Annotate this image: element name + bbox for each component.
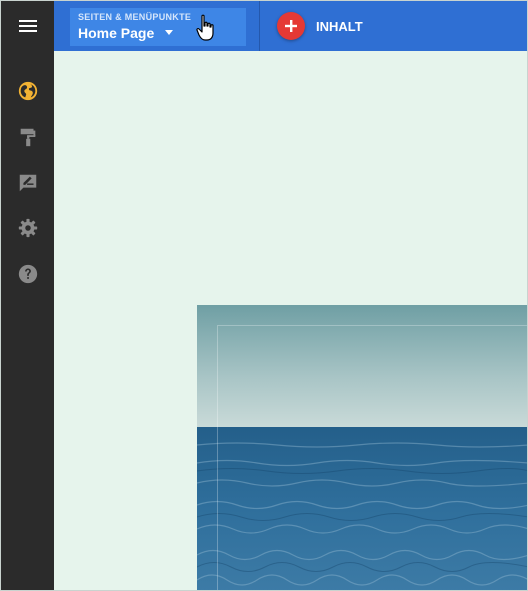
page-selector-caption: SEITEN & MENÜPUNKTE xyxy=(78,12,192,22)
sidebar-item-settings[interactable] xyxy=(15,215,41,241)
sidebar xyxy=(1,51,54,590)
paint-roller-icon xyxy=(20,128,36,147)
hamburger-menu-button[interactable] xyxy=(1,1,54,51)
chevron-down-icon xyxy=(165,30,173,35)
page-selector-dropdown[interactable]: SEITEN & MENÜPUNKTE Home Page xyxy=(70,8,246,46)
top-toolbar: SEITEN & MENÜPUNKTE Home Page INHALT xyxy=(1,1,527,51)
plus-icon xyxy=(277,12,305,40)
editor-window: SEITEN & MENÜPUNKTE Home Page INHALT xyxy=(0,0,528,591)
sidebar-item-help[interactable] xyxy=(15,261,41,287)
sidebar-item-globe[interactable] xyxy=(15,78,41,104)
help-icon xyxy=(18,264,38,284)
feedback-edit-icon xyxy=(19,174,37,192)
add-content-label: INHALT xyxy=(316,18,363,34)
add-content-button[interactable]: INHALT xyxy=(277,11,387,41)
current-page-label: Home Page xyxy=(78,25,155,41)
globe-icon xyxy=(18,81,38,101)
sea-hero-image[interactable] xyxy=(197,305,527,590)
sidebar-item-design[interactable] xyxy=(15,124,41,150)
gear-icon xyxy=(18,218,38,238)
sidebar-item-comments[interactable] xyxy=(15,170,41,196)
hamburger-menu-icon xyxy=(18,19,37,33)
toolbar-divider xyxy=(259,1,260,51)
